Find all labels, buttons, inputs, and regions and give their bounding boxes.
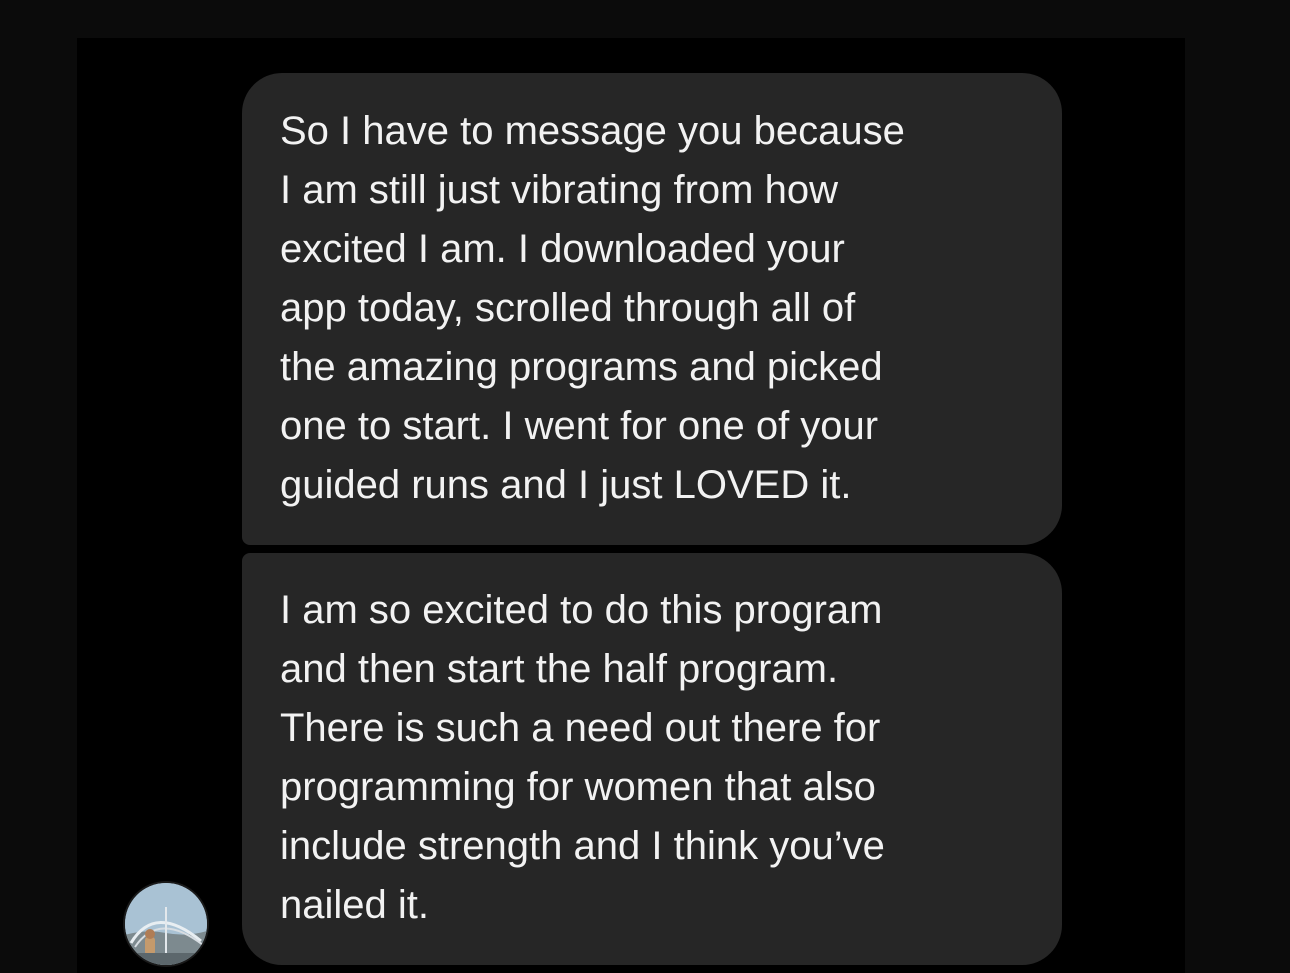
message-line: There is such a need out there for (280, 706, 881, 750)
message-line: and then start the half program. (280, 647, 839, 691)
screen: So I have to message you because I am st… (0, 0, 1290, 973)
message-line: guided runs and I just LOVED it. (280, 463, 852, 507)
sender-avatar[interactable] (125, 883, 207, 965)
profile-photo-icon (125, 883, 207, 965)
message-line: one to start. I went for one of your (280, 404, 879, 448)
message-bubble[interactable]: So I have to message you because I am st… (242, 73, 1062, 545)
message-line: include strength and I think you’ve (280, 824, 885, 868)
message-bubble[interactable]: I am so excited to do this program and t… (242, 553, 1062, 965)
message-line: the amazing programs and picked (280, 345, 883, 389)
message-line: I am still just vibrating from how (280, 168, 838, 212)
message-line: app today, scrolled through all of (280, 286, 856, 330)
message-line: excited I am. I downloaded your (280, 227, 845, 271)
message-line: nailed it. (280, 883, 429, 927)
message-line: So I have to message you because (280, 109, 905, 153)
message-line: I am so excited to do this program (280, 588, 883, 632)
message-line: programming for women that also (280, 765, 876, 809)
